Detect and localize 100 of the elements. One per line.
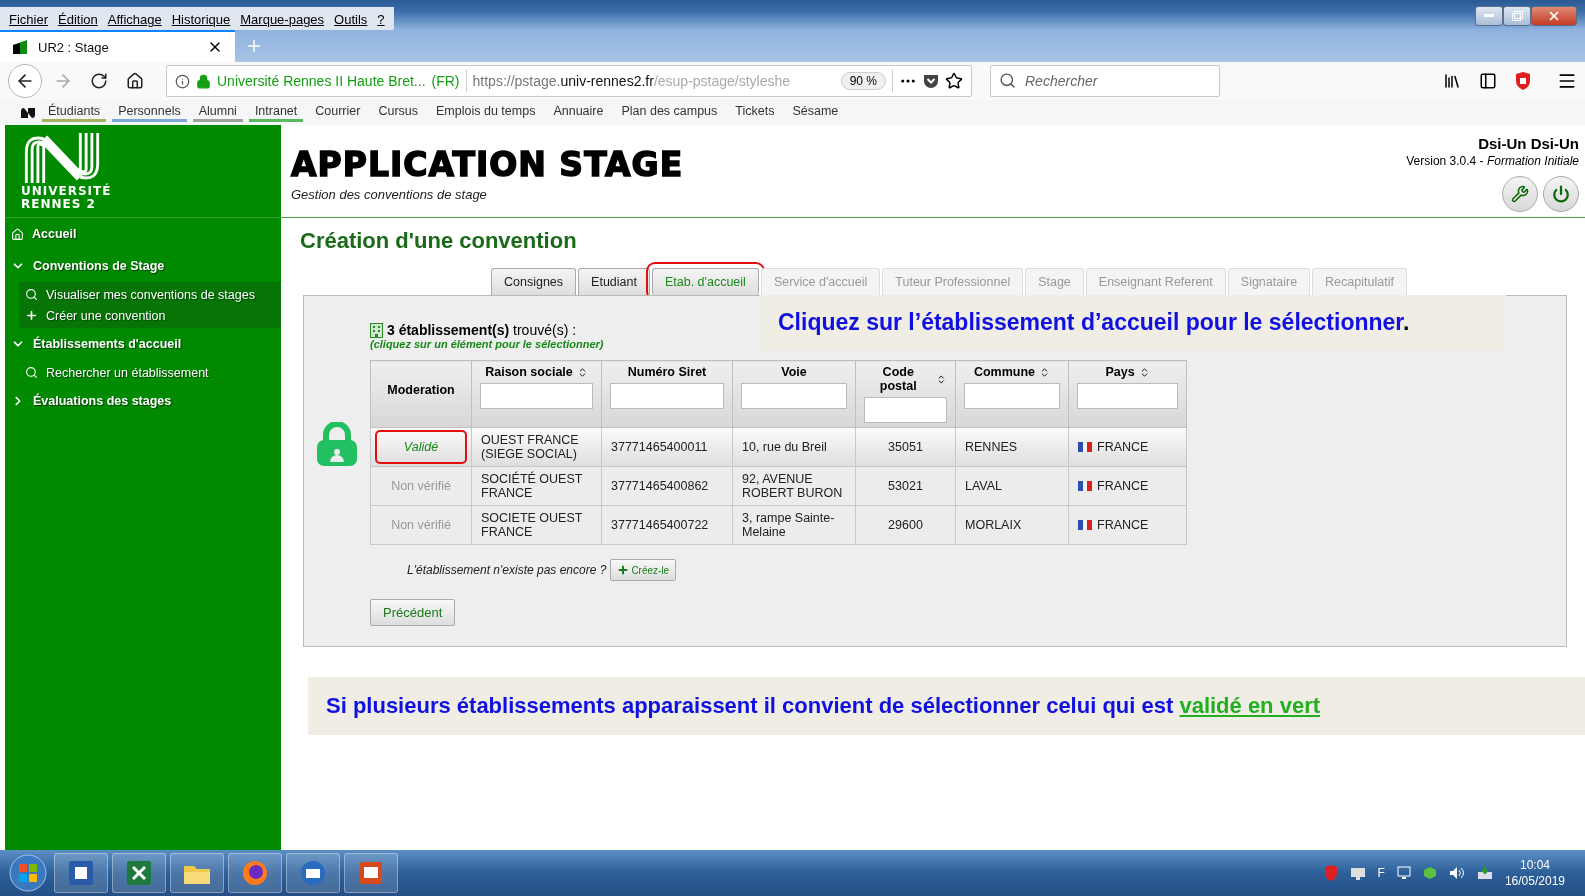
- table-cell: 37771465400862: [601, 466, 733, 506]
- monitor-icon[interactable]: [1396, 866, 1411, 880]
- filter-field[interactable]: [864, 397, 947, 423]
- restore-icon: [1511, 11, 1523, 21]
- step-tab[interactable]: Etudiant: [578, 268, 650, 295]
- filter-field[interactable]: [610, 383, 724, 409]
- filter-field[interactable]: [480, 383, 593, 409]
- moderation-status: Validé: [375, 430, 467, 464]
- table-cell: RENNES: [955, 427, 1069, 467]
- bookmark-link[interactable]: Alumni: [192, 103, 243, 122]
- clock[interactable]: 10:04 16/05/2019: [1504, 857, 1565, 889]
- restore-button[interactable]: [1503, 6, 1531, 26]
- table-cell: 3, rampe Sainte-Melaine: [732, 505, 856, 545]
- settings-button[interactable]: [1502, 176, 1538, 212]
- sidebar-item[interactable]: Établissements d'accueil: [5, 328, 281, 360]
- zoom-level[interactable]: 90 %: [840, 72, 886, 90]
- speaker-icon[interactable]: [1448, 866, 1465, 880]
- bookmark-link[interactable]: Cursus: [372, 103, 425, 122]
- back-button[interactable]: [8, 64, 42, 98]
- version-text: Version 3.0.4 - Formation Initiale: [1406, 154, 1579, 168]
- results-hint: (cliquez sur un élément pour le sélectionner): [370, 338, 605, 350]
- table-cell: FRANCE: [1078, 517, 1149, 532]
- shield-icon[interactable]: [1515, 72, 1531, 90]
- filter-field[interactable]: [1077, 383, 1178, 409]
- minimize-button[interactable]: [1475, 6, 1503, 26]
- address-bar[interactable]: Université Rennes II Haute Bret... (FR) https://pstage.univ-rennes2.fr/esup-pstage/styleshe 90 %: [166, 65, 972, 97]
- cube-icon[interactable]: [1422, 866, 1437, 880]
- instruction-callout: Si plusieurs établissements apparaissent il convient de sélectionner celui qui est validé en vert: [308, 677, 1585, 735]
- column-header[interactable]: Code postal: [855, 360, 956, 428]
- spreadsheet-icon: [125, 859, 153, 887]
- sidebar-item[interactable]: Évaluations des stages: [5, 385, 281, 417]
- bookmark-link[interactable]: Annuaire: [547, 103, 610, 122]
- bookmark-logo-icon[interactable]: [20, 106, 36, 119]
- search-field[interactable]: Rechercher: [990, 65, 1220, 97]
- column-header[interactable]: Commune: [955, 360, 1069, 428]
- language-indicator[interactable]: F: [1377, 866, 1385, 880]
- sidebar-item[interactable]: Accueil: [5, 218, 281, 250]
- info-icon: [175, 73, 190, 89]
- document-icon: [67, 859, 95, 887]
- menu-item[interactable]: Historique: [166, 11, 236, 27]
- sidebar-link[interactable]: Visualiser mes conventions de stages: [19, 284, 281, 305]
- bookmark-link[interactable]: Plan des campus: [615, 103, 724, 122]
- minimize-icon: [1484, 14, 1494, 18]
- power-icon: [1552, 185, 1570, 203]
- library-icon[interactable]: [1443, 72, 1461, 90]
- menu-item[interactable]: Édition: [53, 11, 103, 27]
- taskbar-button[interactable]: [112, 853, 166, 893]
- home-icon: [126, 72, 144, 90]
- taskbar-button[interactable]: [228, 853, 282, 893]
- sort-icon[interactable]: [936, 373, 947, 385]
- menu-item[interactable]: Affichage: [102, 11, 167, 27]
- create-question: L'établissement n'existe pas encore ?: [407, 563, 607, 577]
- table-row[interactable]: Non vérifié SOCIETE OUEST FRANCE 37771465400722 3, rampe Sainte-Melaine 29600 MORLAIX FRANCE: [370, 505, 1187, 545]
- bookmark-link[interactable]: Sésame: [786, 103, 845, 122]
- taskbar-button[interactable]: [54, 853, 108, 893]
- sidebar-link[interactable]: Rechercher un établissement: [19, 362, 281, 383]
- bookmark-link[interactable]: Étudiants: [42, 103, 107, 122]
- step-tab[interactable]: Consignes: [491, 268, 577, 295]
- column-header[interactable]: Raison sociale: [471, 360, 602, 428]
- menu-item[interactable]: Marque-pages: [235, 11, 330, 27]
- bookmark-link[interactable]: Personnels: [112, 103, 187, 122]
- logout-button[interactable]: [1543, 176, 1579, 212]
- table-row[interactable]: Validé OUEST FRANCE (SIEGE SOCIAL) 37771465400011 10, rue du Breil 35051 RENNES FRANCE: [370, 427, 1187, 467]
- browser-tab[interactable]: UR2 : Stage: [0, 30, 235, 62]
- home-icon: [11, 227, 24, 241]
- close-icon: [1547, 9, 1561, 23]
- sidebar-icon[interactable]: [1479, 72, 1497, 90]
- menu-icon[interactable]: [1557, 71, 1577, 91]
- star-icon[interactable]: [945, 72, 963, 90]
- start-button[interactable]: [6, 853, 50, 893]
- pocket-icon[interactable]: [923, 73, 939, 89]
- download-icon[interactable]: [1476, 866, 1493, 880]
- taskbar-button[interactable]: [286, 853, 340, 893]
- column-header[interactable]: Pays: [1068, 360, 1187, 428]
- bookmark-link[interactable]: Courrier: [309, 103, 367, 122]
- menu-item[interactable]: ?: [372, 11, 390, 27]
- column-header: Voie: [732, 360, 856, 428]
- taskbar-button[interactable]: [170, 853, 224, 893]
- search-icon: [999, 72, 1016, 89]
- close-button[interactable]: [1531, 6, 1577, 26]
- menu-item[interactable]: Fichier: [4, 11, 53, 27]
- menu-item[interactable]: Outils: [329, 11, 373, 27]
- filter-field[interactable]: [741, 383, 847, 409]
- lock-icon: [196, 73, 211, 89]
- network-icon[interactable]: [1349, 866, 1366, 880]
- sidebar-item[interactable]: Conventions de Stage: [5, 250, 281, 282]
- previous-button[interactable]: Précédent: [370, 599, 456, 626]
- browser-icon: [241, 859, 269, 887]
- site-identity: Université Rennes II Haute Bret...: [217, 73, 426, 89]
- bookmark-link[interactable]: Emplois du temps: [430, 103, 542, 122]
- moderation-status: Non vérifié: [390, 478, 452, 495]
- create-button[interactable]: Créez-le: [610, 559, 677, 581]
- flag-icon: [1078, 441, 1092, 452]
- filter-field[interactable]: [964, 383, 1060, 409]
- taskbar-button[interactable]: [344, 853, 398, 893]
- bookmark-link[interactable]: Intranet: [248, 103, 304, 122]
- table-row[interactable]: Non vérifié SOCIÉTÉ OUEST FRANCE 37771465400862 92, AVENUE ROBERT BURON 53021 LAVAL FRANCE: [370, 466, 1187, 506]
- plus-icon: [25, 309, 38, 322]
- bookmark-link[interactable]: Tickets: [729, 103, 781, 122]
- sidebar-link[interactable]: Créer une convention: [19, 305, 281, 326]
